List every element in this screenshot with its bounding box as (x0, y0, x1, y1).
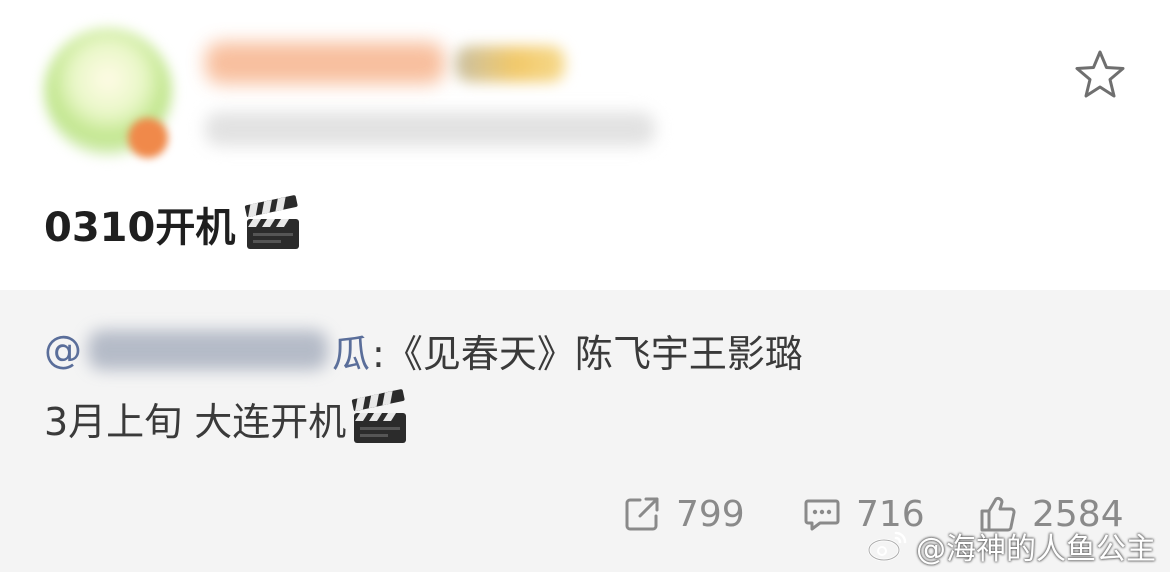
clapperboard-icon (352, 389, 407, 443)
mention-username-tail[interactable]: 瓜 (332, 323, 370, 378)
repost-line-2: 3月上旬 大连开机 (44, 388, 410, 448)
repost-panel[interactable]: @ 瓜 :《见春天》陈飞宇王影璐 3月上旬 大连开机 799 716 2584 … (0, 290, 1170, 572)
clapperboard-icon (245, 195, 300, 249)
repost-content-line-1: :《见春天》陈飞宇王影璐 (372, 331, 803, 376)
repost-line-1: @ 瓜 :《见春天》陈飞宇王影璐 (44, 320, 803, 380)
avatar-verified-badge (128, 118, 168, 158)
mention-username-redacted[interactable] (88, 330, 328, 370)
post-meta-redacted (205, 112, 655, 146)
repost-content-line-2: 3月上旬 大连开机 (44, 399, 347, 444)
watermark-text: @海神的人鱼公主 (916, 532, 1156, 567)
share-count: 799 (676, 493, 745, 535)
mention-at-sign[interactable]: @ (44, 328, 82, 372)
weibo-post-card: 0310开机 @ 瓜 :《见春天》陈飞宇王影璐 3月上旬 大连开机 799 71… (0, 0, 1170, 572)
post-text: 0310开机 (44, 194, 303, 254)
share-stat[interactable]: 799 (622, 490, 745, 538)
post-header: 0310开机 (0, 0, 1170, 290)
share-icon (625, 497, 659, 531)
comment-icon (804, 499, 840, 531)
weibo-logo-icon (867, 531, 907, 562)
watermark: @海神的人鱼公主 (866, 526, 1156, 567)
star-outline-icon[interactable] (1073, 48, 1127, 102)
user-level-badge (455, 46, 565, 82)
username-redacted[interactable] (205, 42, 445, 84)
post-text-label: 0310开机 (44, 205, 236, 251)
